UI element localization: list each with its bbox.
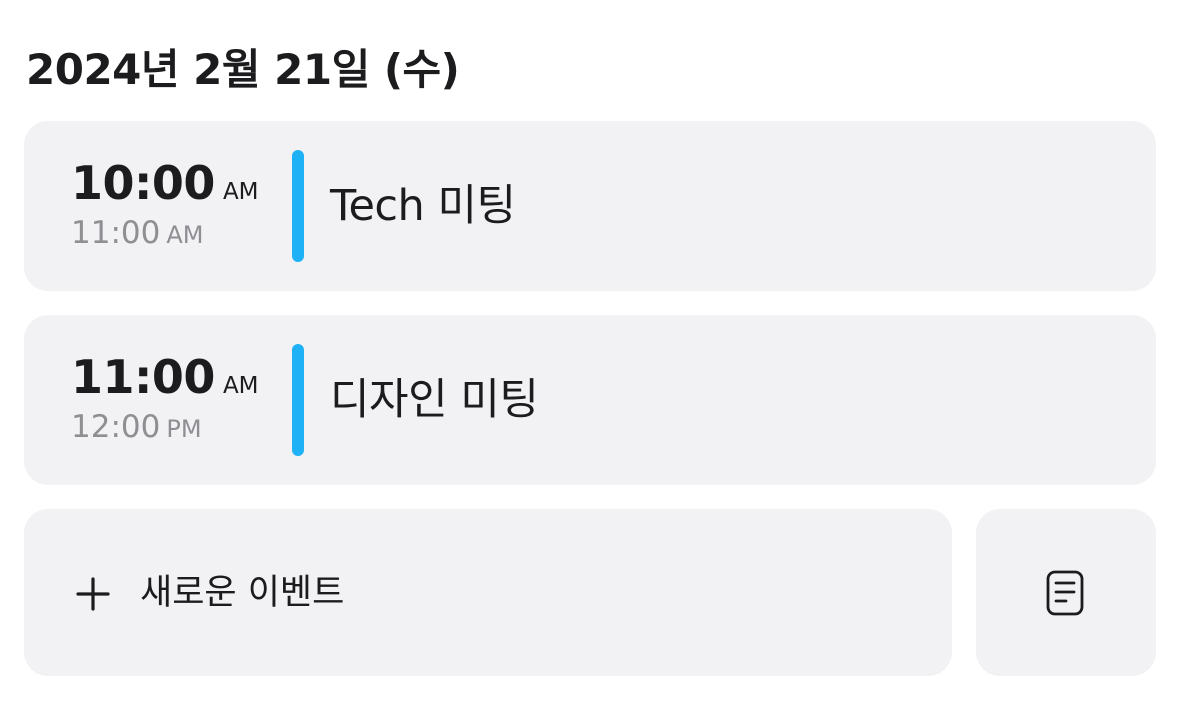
event-start-time: 11:00 AM: [71, 349, 281, 405]
event-time: 11:00 AM 12:00 PM: [71, 349, 281, 447]
event-title: 디자인 미팅: [330, 375, 539, 425]
new-event-label: 새로운 이벤트: [140, 573, 345, 613]
event-title: Tech 미팅: [330, 181, 516, 231]
start-time-value: 10:00: [71, 156, 215, 210]
event-end-time: 12:00 PM: [71, 407, 281, 447]
start-time-period: AM: [222, 373, 259, 399]
calendar-color-bar: [292, 344, 304, 456]
end-time-period: PM: [166, 415, 202, 443]
end-time-period: AM: [166, 221, 204, 249]
start-time-value: 11:00: [71, 350, 215, 404]
event-card-design-meeting[interactable]: 11:00 AM 12:00 PM 디자인 미팅: [24, 315, 1156, 485]
event-start-time: 10:00 AM: [71, 155, 281, 211]
notes-button[interactable]: [976, 509, 1156, 676]
plus-icon: [76, 577, 110, 611]
calendar-color-bar: [292, 150, 304, 262]
date-title: 2024년 2월 21일 (수): [26, 45, 460, 94]
start-time-period: AM: [222, 179, 259, 205]
new-event-button[interactable]: 새로운 이벤트: [24, 509, 952, 676]
event-end-time: 11:00 AM: [71, 213, 281, 253]
notes-icon: [1046, 570, 1084, 616]
event-time: 10:00 AM 11:00 AM: [71, 155, 281, 253]
end-time-value: 12:00: [71, 409, 161, 445]
end-time-value: 11:00: [71, 215, 161, 251]
event-card-tech-meeting[interactable]: 10:00 AM 11:00 AM Tech 미팅: [24, 121, 1156, 291]
